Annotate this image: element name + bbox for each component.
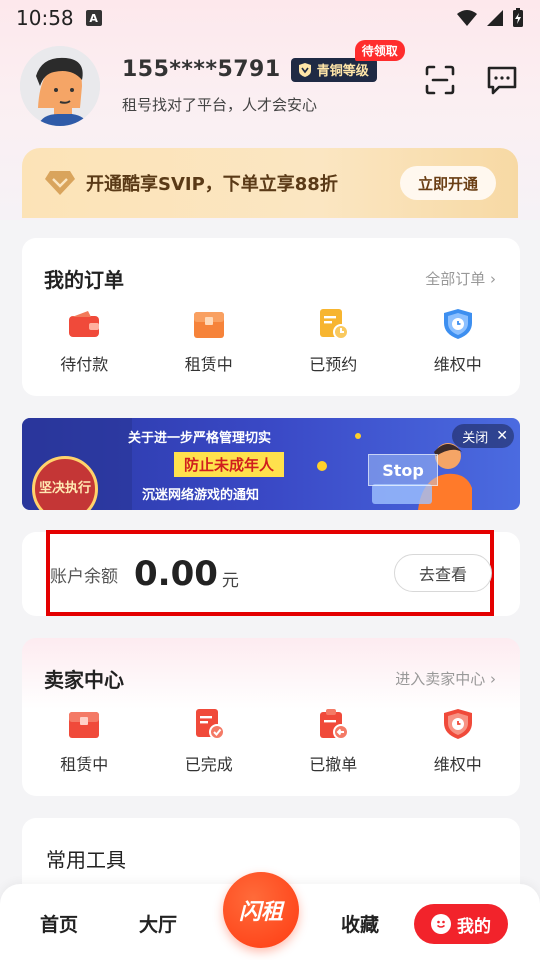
shield-icon [441, 307, 475, 341]
banner-subline: 沉迷网络游戏的通知 [142, 488, 260, 503]
battery-icon [513, 8, 523, 27]
account-balance-card: 账户余额 0.00 元 去查看 [22, 530, 520, 616]
order-item-label: 租赁中 [184, 355, 233, 374]
message-icon[interactable] [484, 62, 520, 98]
order-item-reserved[interactable]: 已预约 [278, 307, 388, 375]
seller-item-label: 租赁中 [60, 755, 109, 774]
anti-addiction-banner[interactable]: 坚决执行 关于进一步严格管理切实 防止未成年人 沉迷网络游戏的通知 Stop 关… [22, 418, 520, 510]
order-item-pending-payment[interactable]: 待付款 [29, 307, 139, 375]
crown-shield-icon [298, 62, 311, 77]
level-badge-label: 青铜等级 [316, 64, 369, 79]
scan-icon[interactable] [422, 62, 458, 98]
svip-open-button[interactable]: 立即开通 [399, 166, 496, 200]
order-item-dispute[interactable]: 维权中 [403, 307, 513, 375]
avatar[interactable] [20, 46, 100, 126]
doc-check-icon [192, 707, 226, 741]
order-item-label: 待付款 [60, 355, 109, 374]
seller-item-withdrawn[interactable]: 已撤单 [278, 707, 388, 775]
notification-a-icon: A [85, 10, 102, 26]
close-icon[interactable]: ✕ [496, 428, 508, 444]
user-phone: 155****5791 [122, 57, 281, 82]
box-icon [192, 307, 226, 341]
orders-header: 我的订单 全部订单 › [22, 238, 520, 293]
orders-grid: 待付款 租赁中 已预约 维权中 [22, 293, 520, 375]
bottom-nav: 首页 大厅 闪租 收藏 我的 [0, 872, 540, 960]
calendar-doc-icon [316, 307, 350, 341]
shield-icon [441, 707, 475, 741]
nav-flash-rent-button[interactable]: 闪租 [223, 872, 299, 948]
status-bar: 10:58 A [0, 0, 540, 36]
banner-close-button[interactable]: 关闭 ✕ [452, 424, 514, 448]
order-item-label: 维权中 [433, 355, 482, 374]
view-balance-button[interactable]: 去查看 [394, 554, 492, 592]
order-item-label: 已预约 [309, 355, 358, 374]
svip-banner[interactable]: 开通酷享SVIP，下单立享88折 立即开通 [22, 148, 518, 218]
orders-title: 我的订单 [44, 268, 124, 292]
enter-seller-center-link[interactable]: 进入卖家中心 › [395, 668, 496, 689]
all-orders-link[interactable]: 全部订单 › [425, 268, 496, 289]
smile-face-icon [431, 914, 451, 934]
nav-flash-rent-label: 闪租 [238, 900, 283, 925]
seller-item-renting[interactable]: 租赁中 [29, 707, 139, 775]
seller-item-completed[interactable]: 已完成 [154, 707, 264, 775]
header-actions [422, 62, 520, 98]
wifi-icon [457, 10, 477, 26]
seller-title: 卖家中心 [44, 668, 124, 692]
nav-mine[interactable]: 我的 [414, 904, 508, 944]
diamond-icon [45, 171, 75, 195]
avatar-face-icon [20, 46, 100, 126]
seller-item-dispute[interactable]: 维权中 [403, 707, 513, 775]
level-badge[interactable]: 青铜等级 待领取 [290, 39, 405, 82]
pending-tag[interactable]: 待领取 [354, 39, 405, 61]
seller-header: 卖家中心 进入卖家中心 › [22, 638, 520, 693]
banner-close-label: 关闭 [462, 430, 489, 446]
signal-icon [487, 10, 503, 26]
banner-highlight: 防止未成年人 [174, 452, 285, 477]
my-orders-card: 我的订单 全部订单 › 待付款 租赁中 已预约 维权中 [22, 238, 520, 396]
svip-text: 开通酷享SVIP，下单立享88折 [86, 174, 338, 195]
nav-mine-label: 我的 [457, 916, 491, 937]
banner-headline: 关于进一步严格管理切实 [128, 431, 272, 446]
seller-item-label: 维权中 [433, 755, 482, 774]
banner-stop-sign: Stop [368, 454, 438, 486]
nav-hall[interactable]: 大厅 [139, 910, 177, 937]
box-icon [67, 707, 101, 741]
wallet-icon [67, 307, 101, 341]
tools-title: 常用工具 [46, 848, 126, 872]
profile-section: 155****5791 青铜等级 待领取 租号找对了平台，人才会安心 [20, 39, 520, 128]
clipboard-back-icon [316, 707, 350, 741]
seller-item-label: 已撤单 [309, 755, 358, 774]
nav-home[interactable]: 首页 [40, 910, 78, 937]
status-right [456, 8, 524, 28]
nav-favorites[interactable]: 收藏 [341, 910, 379, 937]
status-time: 10:58 [16, 6, 74, 30]
seller-center-card: 卖家中心 进入卖家中心 › 租赁中 已完成 已撤单 维权中 [22, 638, 520, 796]
order-item-renting[interactable]: 租赁中 [154, 307, 264, 375]
seller-item-label: 已完成 [184, 755, 233, 774]
seller-grid: 租赁中 已完成 已撤单 维权中 [22, 693, 520, 775]
